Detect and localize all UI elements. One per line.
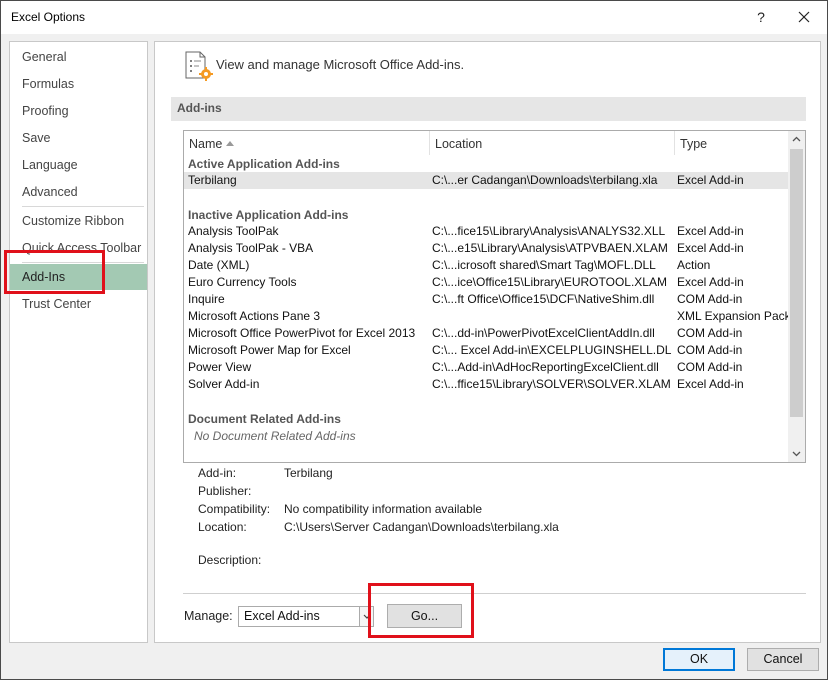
cell-type: COM Add-in — [677, 292, 743, 306]
cell-location: C:\...fice15\Library\Analysis\ANALYS32.X… — [432, 224, 666, 238]
sidebar-item-quick-access-toolbar[interactable]: Quick Access Toolbar — [10, 235, 147, 261]
chevron-down-icon — [792, 451, 801, 457]
cell-type: Excel Add-in — [677, 241, 744, 255]
cell-name: Inquire — [188, 292, 225, 306]
table-row[interactable]: Analysis ToolPak - VBA C:\...e15\Library… — [184, 240, 788, 257]
table-row[interactable]: Analysis ToolPak C:\...fice15\Library\An… — [184, 223, 788, 240]
table-row[interactable]: Euro Currency Tools C:\...ice\Office15\L… — [184, 274, 788, 291]
sidebar-divider — [22, 262, 144, 263]
cancel-button[interactable]: Cancel — [747, 648, 819, 671]
divider — [183, 593, 806, 594]
cell-type: COM Add-in — [677, 326, 743, 340]
dropdown-button[interactable] — [359, 607, 373, 626]
cell-location: C:\...icrosoft shared\Smart Tag\MOFL.DLL — [432, 258, 656, 272]
cell-name: Microsoft Actions Pane 3 — [188, 309, 321, 323]
cell-name: Date (XML) — [188, 258, 250, 272]
table-row[interactable]: Microsoft Office PowerPivot for Excel 20… — [184, 325, 788, 342]
detail-label-publisher: Publisher: — [198, 484, 252, 498]
column-header-name[interactable]: Name — [184, 131, 430, 155]
table-row[interactable]: Solver Add-in C:\...ffice15\Library\SOLV… — [184, 376, 788, 393]
group-header-document: Document Related Add-ins — [188, 412, 341, 426]
sidebar-item-trust-center[interactable]: Trust Center — [10, 291, 147, 317]
addins-gear-icon — [185, 51, 213, 81]
sidebar-divider — [22, 206, 144, 207]
column-header-location[interactable]: Location — [430, 131, 675, 155]
cell-location: C:\...Add-in\AdHocReportingExcelClient.d… — [432, 360, 659, 374]
panel-heading: View and manage Microsoft Office Add-ins… — [216, 57, 465, 72]
detail-label-addin: Add-in: — [198, 466, 237, 480]
cell-name: Power View — [188, 360, 252, 374]
vertical-scrollbar[interactable] — [788, 131, 805, 462]
cell-location: C:\...ffice15\Library\SOLVER\SOLVER.XLAM — [432, 377, 671, 391]
cell-name: Microsoft Power Map for Excel — [188, 343, 351, 357]
go-button[interactable]: Go... — [387, 604, 462, 628]
cell-type: COM Add-in — [677, 343, 743, 357]
table-row[interactable]: Inquire C:\...ft Office\Office15\DCF\Nat… — [184, 291, 788, 308]
cell-name: Analysis ToolPak — [188, 224, 279, 238]
cell-location: C:\...ft Office\Office15\DCF\NativeShim.… — [432, 292, 655, 306]
cell-name: Microsoft Office PowerPivot for Excel 20… — [188, 326, 416, 340]
cell-name: Terbilang — [188, 173, 237, 187]
table-row[interactable]: Microsoft Actions Pane 3 XML Expansion P… — [184, 308, 789, 325]
close-button[interactable] — [791, 5, 817, 29]
help-button[interactable]: ? — [749, 5, 773, 29]
scroll-thumb[interactable] — [790, 149, 803, 417]
cell-location: C:\...er Cadangan\Downloads\terbilang.xl… — [432, 173, 658, 187]
cell-name: Analysis ToolPak - VBA — [188, 241, 314, 255]
window-title: Excel Options — [11, 10, 86, 24]
empty-group-message: No Document Related Add-ins — [194, 429, 356, 443]
detail-label-compatibility: Compatibility: — [198, 502, 271, 516]
excel-options-dialog: Excel Options ? General Formulas Proofin… — [0, 0, 828, 680]
sidebar-item-general[interactable]: General — [10, 44, 147, 70]
sidebar-item-formulas[interactable]: Formulas — [10, 71, 147, 97]
cell-type: Action — [677, 258, 711, 272]
manage-dropdown[interactable]: Excel Add-ins — [238, 606, 374, 627]
chevron-down-icon — [363, 614, 371, 619]
cell-location: C:\... Excel Add-in\EXCELPLUGINSHELL.DLL — [432, 343, 672, 357]
chevron-up-icon — [792, 136, 801, 142]
sidebar-item-language[interactable]: Language — [10, 152, 147, 178]
table-row[interactable]: Microsoft Power Map for Excel C:\... Exc… — [184, 342, 788, 359]
group-header-active: Active Application Add-ins — [188, 157, 340, 171]
detail-label-location: Location: — [198, 520, 247, 534]
sidebar-item-customize-ribbon[interactable]: Customize Ribbon — [10, 208, 147, 234]
detail-value-addin: Terbilang — [284, 466, 333, 480]
cell-location: C:\...ice\Office15\Library\EUROTOOL.XLAM — [432, 275, 667, 289]
cell-type: Excel Add-in — [677, 173, 744, 187]
cell-location: C:\...e15\Library\Analysis\ATPVBAEN.XLAM — [432, 241, 668, 255]
detail-value-location: C:\Users\Server Cadangan\Downloads\terbi… — [284, 520, 559, 534]
sidebar-item-advanced[interactable]: Advanced — [10, 179, 147, 205]
table-row[interactable]: Date (XML) C:\...icrosoft shared\Smart T… — [184, 257, 788, 274]
cell-type: Excel Add-in — [677, 224, 744, 238]
sidebar-item-add-ins[interactable]: Add-Ins — [10, 264, 147, 290]
sidebar-item-save[interactable]: Save — [10, 125, 147, 151]
scroll-up-button[interactable] — [788, 131, 805, 148]
addins-list[interactable]: Name Location Type Active Application Ad… — [183, 130, 806, 463]
sidebar: General Formulas Proofing Save Language … — [9, 41, 148, 643]
column-header-label: Name — [189, 137, 223, 151]
cell-type: Excel Add-in — [677, 377, 744, 391]
addins-panel: View and manage Microsoft Office Add-ins… — [154, 41, 821, 643]
detail-label-description: Description: — [198, 553, 262, 567]
cell-type: XML Expansion Pack — [677, 309, 789, 323]
cell-name: Solver Add-in — [188, 377, 260, 391]
cell-location: C:\...dd-in\PowerPivotExcelClientAddIn.d… — [432, 326, 655, 340]
table-row[interactable]: Terbilang C:\...er Cadangan\Downloads\te… — [184, 172, 788, 189]
ok-button[interactable]: OK — [663, 648, 735, 671]
section-title: Add-ins — [171, 97, 806, 121]
close-icon — [798, 11, 810, 23]
table-row[interactable]: Power View C:\...Add-in\AdHocReportingEx… — [184, 359, 788, 376]
manage-selected-value: Excel Add-ins — [244, 609, 320, 623]
sidebar-item-proofing[interactable]: Proofing — [10, 98, 147, 124]
manage-label: Manage: — [184, 609, 233, 623]
title-bar: Excel Options ? — [1, 1, 827, 34]
cell-type: COM Add-in — [677, 360, 743, 374]
group-header-inactive: Inactive Application Add-ins — [188, 208, 349, 222]
cell-name: Euro Currency Tools — [188, 275, 297, 289]
scroll-down-button[interactable] — [788, 445, 805, 462]
cell-type: Excel Add-in — [677, 275, 744, 289]
detail-value-compatibility: No compatibility information available — [284, 502, 483, 516]
column-header-type[interactable]: Type — [675, 131, 787, 155]
sort-ascending-icon — [226, 141, 234, 146]
